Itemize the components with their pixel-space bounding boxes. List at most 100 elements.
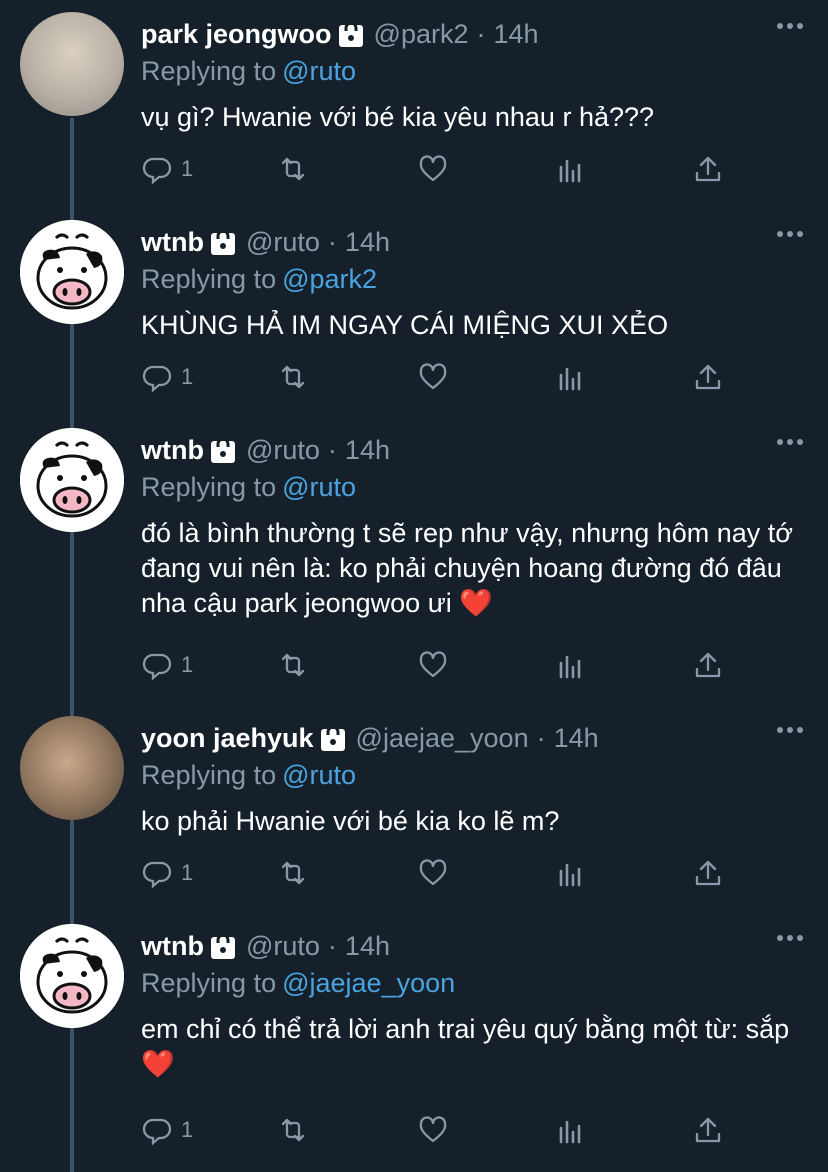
heart-icon	[419, 651, 447, 678]
reply-icon	[142, 653, 172, 681]
like-button[interactable]	[417, 649, 449, 681]
reply-count: 1	[181, 860, 194, 885]
avatar[interactable]	[20, 924, 124, 1028]
tweet-text: đó là bình thường t sẽ rep như vậy, nhưn…	[141, 516, 804, 621]
timestamp[interactable]: 14h	[554, 723, 599, 754]
timestamp[interactable]: 14h	[345, 931, 390, 962]
replying-prefix: Replying to	[141, 968, 277, 998]
tweet[interactable]: park jeongwoo @park2 · 14h Replying to @r…	[0, 0, 828, 208]
share-icon	[695, 860, 721, 886]
avatar[interactable]	[20, 428, 124, 532]
lock-icon	[210, 228, 236, 256]
analytics-button[interactable]	[555, 649, 587, 681]
share-icon	[695, 652, 721, 678]
retweet-button[interactable]	[277, 649, 309, 681]
replying-prefix: Replying to	[141, 56, 277, 86]
reply-count: 1	[181, 1117, 194, 1142]
reply-button[interactable]: 1	[141, 1114, 193, 1146]
tweet-actions: 1	[141, 153, 741, 193]
more-icon[interactable]	[776, 436, 804, 448]
retweet-button[interactable]	[277, 1114, 309, 1146]
timestamp[interactable]: 14h	[345, 227, 390, 258]
display-name[interactable]: park jeongwoo	[141, 19, 332, 50]
display-name[interactable]: wtnb	[141, 931, 204, 962]
avatar[interactable]	[20, 220, 124, 324]
tweet-actions: 1	[141, 857, 741, 897]
handle[interactable]: @ruto	[246, 931, 320, 962]
handle[interactable]: @jaejae_yoon	[356, 723, 529, 754]
reply-button[interactable]: 1	[141, 361, 193, 393]
mention-link[interactable]: @ruto	[282, 56, 356, 86]
analytics-button[interactable]	[555, 361, 587, 393]
tweet[interactable]: wtnb @ruto · 14h Replying to @park2 KHÙNG…	[0, 208, 828, 416]
heart-icon	[419, 363, 447, 390]
display-name[interactable]: wtnb	[141, 227, 204, 258]
separator-dot: ·	[327, 226, 337, 257]
avatar[interactable]	[20, 12, 124, 116]
like-button[interactable]	[417, 1114, 449, 1146]
tweet-text: em chỉ có thể trả lời anh trai yêu quý b…	[141, 1012, 804, 1082]
like-button[interactable]	[417, 361, 449, 393]
more-icon[interactable]	[776, 724, 804, 736]
share-icon	[695, 1117, 721, 1143]
heart-emoji: ❤️	[141, 1049, 175, 1079]
retweet-icon	[281, 157, 305, 181]
like-button[interactable]	[417, 857, 449, 889]
heart-icon	[419, 859, 447, 886]
replying-prefix: Replying to	[141, 472, 277, 502]
more-icon[interactable]	[776, 228, 804, 240]
like-button[interactable]	[417, 153, 449, 185]
analytics-button[interactable]	[555, 1114, 587, 1146]
tweet-text-body: ko phải Hwanie với bé kia ko lẽ m?	[141, 806, 560, 836]
reply-button[interactable]: 1	[141, 857, 193, 889]
retweet-icon	[281, 653, 305, 677]
tweet-text: ko phải Hwanie với bé kia ko lẽ m?	[141, 804, 804, 839]
share-button[interactable]	[692, 361, 724, 393]
tweet-text-body: em chỉ có thể trả lời anh trai yêu quý b…	[141, 1014, 790, 1044]
mention-link[interactable]: @ruto	[282, 760, 356, 790]
tweet[interactable]: yoon jaehyuk @jaejae_yoon · 14h Replying…	[0, 704, 828, 912]
reply-count: 1	[181, 364, 194, 389]
tweet-text-body: KHÙNG HẢ IM NGAY CÁI MIỆNG XUI XẺO	[141, 310, 669, 340]
retweet-button[interactable]	[277, 153, 309, 185]
handle[interactable]: @ruto	[246, 435, 320, 466]
heart-emoji: ❤️	[459, 588, 493, 618]
share-button[interactable]	[692, 153, 724, 185]
reply-button[interactable]: 1	[141, 153, 193, 185]
analytics-button[interactable]	[555, 153, 587, 185]
analytics-button[interactable]	[555, 857, 587, 889]
replying-to: Replying to @ruto	[141, 54, 804, 88]
separator-dot: ·	[536, 722, 546, 753]
display-name[interactable]: yoon jaehyuk	[141, 723, 314, 754]
replying-to: Replying to @ruto	[141, 758, 804, 792]
share-button[interactable]	[692, 649, 724, 681]
display-name[interactable]: wtnb	[141, 435, 204, 466]
retweet-button[interactable]	[277, 361, 309, 393]
mention-link[interactable]: @park2	[282, 264, 377, 294]
replying-prefix: Replying to	[141, 264, 277, 294]
retweet-icon	[281, 1118, 305, 1142]
handle[interactable]: @park2	[374, 19, 469, 50]
retweet-button[interactable]	[277, 857, 309, 889]
cow-illustration	[20, 924, 124, 1028]
lock-icon	[320, 724, 346, 752]
reply-icon	[142, 861, 172, 889]
heart-icon	[419, 155, 447, 182]
reply-count: 1	[181, 652, 194, 677]
tweet[interactable]: wtnb @ruto · 14h Replying to @ruto đó là …	[0, 416, 828, 704]
share-button[interactable]	[692, 857, 724, 889]
tweet-text: vụ gì? Hwanie với bé kia yêu nhau r hả??…	[141, 100, 804, 135]
tweet-actions: 1	[141, 1114, 741, 1154]
reply-button[interactable]: 1	[141, 649, 193, 681]
timestamp[interactable]: 14h	[345, 435, 390, 466]
more-icon[interactable]	[776, 932, 804, 944]
avatar[interactable]	[20, 716, 124, 820]
timestamp[interactable]: 14h	[493, 19, 538, 50]
mention-link[interactable]: @ruto	[282, 472, 356, 502]
mention-link[interactable]: @jaejae_yoon	[282, 968, 455, 998]
share-button[interactable]	[692, 1114, 724, 1146]
handle[interactable]: @ruto	[246, 227, 320, 258]
more-icon[interactable]	[776, 20, 804, 32]
tweet[interactable]: wtnb @ruto · 14h Replying to @jaejae_yoon…	[0, 912, 828, 1172]
retweet-icon	[281, 861, 305, 885]
